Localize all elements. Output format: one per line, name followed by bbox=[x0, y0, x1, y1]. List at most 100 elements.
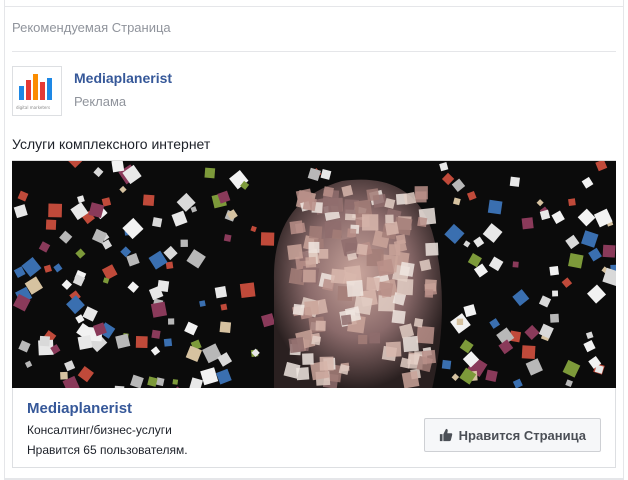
header-divider bbox=[12, 51, 616, 52]
logo-tagline: digital marketers bbox=[16, 105, 51, 110]
confetti-square bbox=[45, 219, 57, 230]
face-tile bbox=[302, 269, 316, 283]
face-tile bbox=[384, 221, 399, 236]
confetti-square bbox=[60, 371, 68, 380]
face-tile bbox=[302, 197, 317, 212]
ad-image[interactable] bbox=[12, 160, 616, 389]
confetti-square bbox=[521, 217, 534, 230]
logo-bar bbox=[33, 74, 38, 100]
confetti-square bbox=[214, 286, 228, 299]
face-tile bbox=[401, 370, 420, 389]
face-tile bbox=[366, 188, 380, 202]
face-tile bbox=[403, 191, 417, 205]
confetti-square bbox=[260, 232, 275, 246]
face-tile bbox=[377, 281, 394, 298]
face-tile bbox=[424, 289, 434, 298]
face-tile bbox=[308, 241, 320, 253]
confetti-square bbox=[111, 161, 125, 173]
confetti-square bbox=[219, 321, 232, 334]
face-tile bbox=[415, 191, 427, 203]
face-tile bbox=[356, 243, 368, 256]
face-tile bbox=[416, 325, 435, 344]
face-tile bbox=[315, 320, 326, 331]
sponsored-label: Реклама bbox=[74, 94, 127, 109]
logo-bar bbox=[26, 80, 31, 100]
face-tile bbox=[331, 229, 342, 240]
top-divider bbox=[4, 6, 624, 7]
ad-image-art bbox=[12, 161, 616, 389]
face-tile bbox=[413, 318, 424, 328]
confetti-square bbox=[220, 303, 228, 311]
page-category: Консалтинг/бизнес-услуги bbox=[27, 423, 172, 437]
confetti-square bbox=[521, 345, 536, 360]
confetti-square bbox=[48, 203, 63, 218]
confetti-square bbox=[204, 167, 216, 179]
face-tile bbox=[419, 259, 432, 272]
confetti-square bbox=[602, 244, 616, 258]
confetti-square bbox=[77, 334, 93, 350]
thumbs-up-icon bbox=[439, 428, 452, 442]
confetti-square bbox=[485, 369, 498, 382]
face-tile bbox=[288, 336, 305, 354]
face-tile bbox=[322, 186, 334, 198]
face-tile bbox=[376, 258, 395, 277]
like-page-button[interactable]: Нравится Страница bbox=[423, 418, 601, 452]
confetti-square bbox=[168, 318, 175, 325]
logo-bar bbox=[19, 86, 24, 100]
face-tile bbox=[417, 216, 428, 228]
face-tile bbox=[289, 220, 304, 235]
confetti-square bbox=[552, 290, 559, 297]
page-logo[interactable]: digital marketers bbox=[12, 66, 62, 116]
face-tile bbox=[340, 314, 352, 326]
face-tile bbox=[292, 303, 305, 316]
ad-footer: Mediaplanerist Консалтинг/бизнес-услуги … bbox=[12, 388, 616, 468]
confetti-square bbox=[163, 338, 173, 347]
confetti-square bbox=[549, 313, 560, 323]
face-tile bbox=[330, 268, 346, 284]
advertiser-name-link[interactable]: Mediaplanerist bbox=[74, 70, 172, 86]
confetti-square bbox=[152, 217, 163, 228]
face-tile bbox=[302, 353, 314, 365]
face-tile bbox=[308, 225, 323, 240]
confetti-square bbox=[223, 234, 232, 242]
ad-text: Услуги комплексного интернет bbox=[12, 136, 211, 152]
face-tile bbox=[318, 248, 329, 259]
face-tile bbox=[421, 349, 437, 365]
confetti-square bbox=[456, 318, 464, 326]
face-tile bbox=[347, 228, 357, 238]
confetti-square bbox=[142, 194, 155, 207]
face-tile bbox=[366, 277, 380, 291]
face-tile bbox=[346, 280, 364, 298]
face-tile bbox=[287, 244, 304, 261]
face-tile bbox=[425, 242, 439, 256]
footer-page-name-link[interactable]: Mediaplanerist bbox=[27, 400, 132, 417]
like-page-button-label: Нравится Страница bbox=[458, 427, 586, 443]
face-tile bbox=[319, 356, 334, 371]
confetti-square bbox=[172, 379, 179, 385]
face-tile bbox=[402, 335, 419, 353]
confetti-square bbox=[239, 282, 256, 299]
logo-bar bbox=[47, 78, 52, 100]
face-tile bbox=[311, 335, 322, 346]
face-tile bbox=[305, 256, 317, 268]
face-tile bbox=[358, 335, 368, 345]
confetti-square bbox=[180, 239, 188, 247]
face-tile bbox=[362, 214, 379, 231]
confetti-square bbox=[150, 301, 168, 318]
confetti-square bbox=[487, 199, 503, 215]
confetti-square bbox=[568, 198, 576, 207]
logo-bar bbox=[40, 82, 45, 100]
section-title: Рекомендуемая Страница bbox=[12, 20, 171, 35]
face-tile bbox=[391, 309, 406, 325]
confetti-square bbox=[135, 336, 148, 348]
confetti-square bbox=[441, 359, 452, 370]
confetti-square bbox=[199, 300, 206, 307]
confetti-square bbox=[151, 329, 161, 339]
face-tile bbox=[385, 214, 394, 224]
face-tile bbox=[304, 300, 319, 316]
page-likes-count: Нравится 65 пользователям. bbox=[27, 443, 188, 457]
confetti-square bbox=[509, 176, 520, 187]
confetti-square bbox=[39, 335, 50, 347]
face-tile bbox=[396, 278, 414, 296]
face-tile bbox=[369, 332, 381, 344]
